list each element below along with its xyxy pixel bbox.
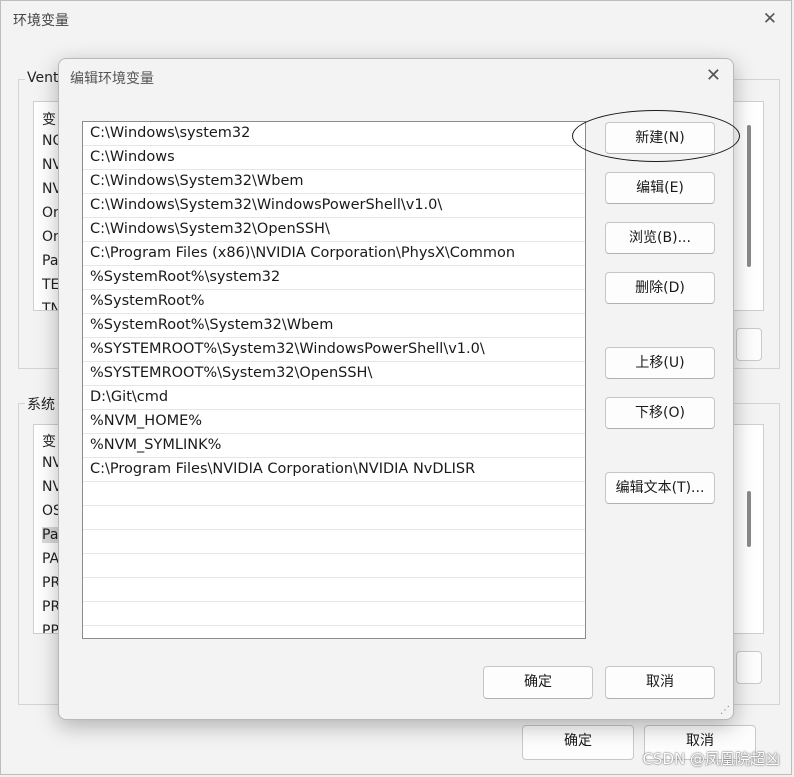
path-row[interactable]: %SystemRoot%\System32\Wbem xyxy=(83,314,585,338)
user-variables-group-label: Vent xyxy=(25,70,61,86)
path-row[interactable]: C:\Windows\System32\OpenSSH\ xyxy=(83,218,585,242)
path-row-empty[interactable] xyxy=(83,506,585,530)
path-row-empty[interactable] xyxy=(83,554,585,578)
path-row-empty[interactable] xyxy=(83,602,585,626)
list-item[interactable]: TE xyxy=(42,277,59,293)
move-down-button[interactable]: 下移(O) xyxy=(605,397,715,429)
user-list-scrollbar[interactable] xyxy=(747,125,751,267)
path-row[interactable]: %NVM_HOME% xyxy=(83,410,585,434)
path-row-empty[interactable] xyxy=(83,482,585,506)
edit-button[interactable]: 编辑(E) xyxy=(605,172,715,204)
delete-button[interactable]: 删除(D) xyxy=(605,272,715,304)
dialog-close-icon[interactable]: ✕ xyxy=(706,66,721,86)
path-row[interactable]: %SystemRoot%\system32 xyxy=(83,266,585,290)
watermark: CSDN @凤凰院超凶 xyxy=(642,750,780,768)
path-row[interactable]: C:\Windows xyxy=(83,146,585,170)
env-vars-window-title: 环境变量 xyxy=(13,13,69,29)
path-row-empty[interactable] xyxy=(83,578,585,602)
path-row[interactable]: D:\Git\cmd xyxy=(83,386,585,410)
list-item[interactable]: Pa xyxy=(42,253,58,269)
system-delete-button-stub[interactable] xyxy=(736,651,762,684)
env-vars-close-icon[interactable]: ✕ xyxy=(763,9,777,29)
list-item-selected[interactable]: Pa xyxy=(42,527,59,543)
list-item[interactable]: PP xyxy=(42,623,59,633)
dialog-cancel-button[interactable]: 取消 xyxy=(605,666,715,699)
path-row[interactable]: %SYSTEMROOT%\System32\OpenSSH\ xyxy=(83,362,585,386)
path-row[interactable]: C:\Program Files\NVIDIA Corporation\NVID… xyxy=(83,458,585,482)
path-row-empty[interactable] xyxy=(83,530,585,554)
dialog-ok-button[interactable]: 确定 xyxy=(483,666,593,699)
browse-button[interactable]: 浏览(B)... xyxy=(605,222,715,254)
edit-env-var-dialog: 编辑环境变量 ✕ C:\Windows\system32 C:\Windows … xyxy=(58,58,740,720)
path-list[interactable]: C:\Windows\system32 C:\Windows C:\Window… xyxy=(82,121,586,639)
path-row[interactable]: C:\Windows\System32\WindowsPowerShell\v1… xyxy=(83,194,585,218)
path-row[interactable]: %NVM_SYMLINK% xyxy=(83,434,585,458)
move-up-button[interactable]: 上移(U) xyxy=(605,347,715,379)
system-list-scrollbar[interactable] xyxy=(747,491,751,547)
list-item[interactable]: PA xyxy=(42,551,59,567)
dialog-title: 编辑环境变量 xyxy=(70,71,154,87)
system-variables-header: 变 xyxy=(42,434,56,450)
path-row-empty[interactable] xyxy=(83,626,585,638)
user-delete-button-stub[interactable] xyxy=(736,328,762,361)
system-variables-group-label: 系统 xyxy=(25,394,57,414)
path-row[interactable]: C:\Windows\system32 xyxy=(83,122,585,146)
env-vars-ok-button[interactable]: 确定 xyxy=(522,725,634,760)
path-row[interactable]: %SystemRoot% xyxy=(83,290,585,314)
path-row[interactable]: C:\Windows\System32\Wbem xyxy=(83,170,585,194)
new-button[interactable]: 新建(N) xyxy=(605,122,715,154)
resize-grip-icon[interactable]: ⋰ xyxy=(720,705,730,716)
edit-text-button[interactable]: 编辑文本(T)... xyxy=(605,472,715,504)
path-row[interactable]: C:\Program Files (x86)\NVIDIA Corporatio… xyxy=(83,242,585,266)
path-row[interactable]: %SYSTEMROOT%\System32\WindowsPowerShell\… xyxy=(83,338,585,362)
user-variables-header: 变 xyxy=(42,112,56,128)
